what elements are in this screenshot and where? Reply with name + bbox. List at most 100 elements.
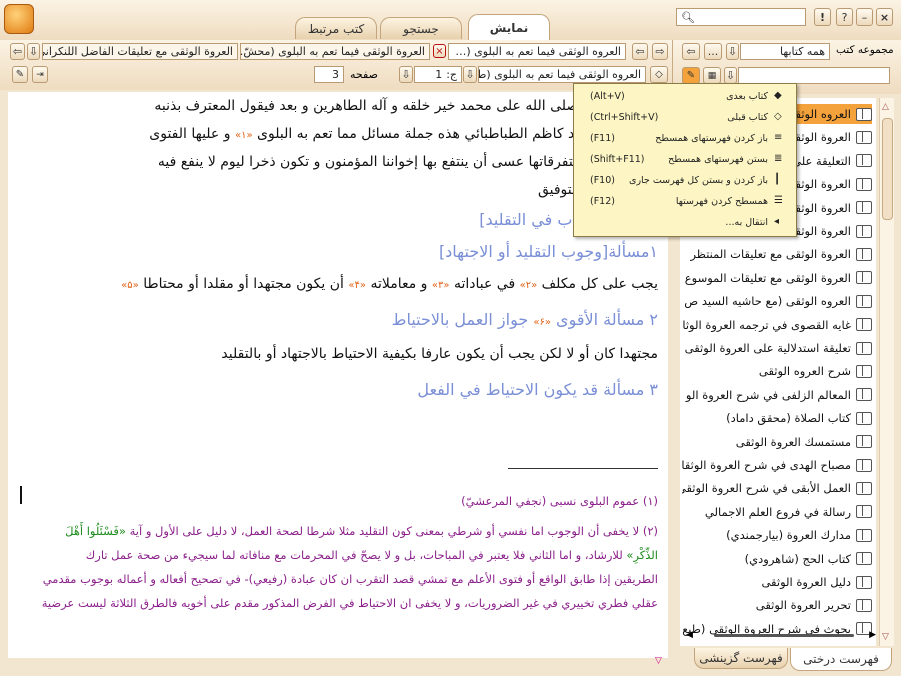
tree-item-label: مستمسك العروة الوثقی bbox=[735, 434, 851, 449]
menu-item-label: بستن فهرستهای همسطح bbox=[668, 154, 768, 165]
menu-item[interactable]: ◂ انتقال به... bbox=[578, 213, 792, 233]
tree-item[interactable]: كتاب الحج (شاهرودي) bbox=[682, 549, 872, 569]
footnote-marker-2[interactable]: «۲» bbox=[520, 280, 538, 291]
tree-item-label: تعلیقة استدلالیة علی العروة الوثقی bbox=[684, 341, 851, 355]
book-icon bbox=[856, 458, 872, 472]
main-scroll-down[interactable]: ▽ bbox=[655, 656, 667, 666]
close-button[interactable]: × bbox=[876, 8, 893, 26]
tree-item[interactable]: شرح العروه الوثقی bbox=[682, 361, 872, 381]
doc-tab-3[interactable]: العروة الوثقی مع تعلیقات الفاضل اللنکران… bbox=[42, 43, 238, 60]
tree-item-label: العروة الوثقی مع تعلیقات الموسوع bbox=[684, 270, 851, 285]
tree-search-button[interactable]: ✎ bbox=[682, 67, 700, 84]
tree-item[interactable]: غایه القصوی في ترجمه العروة الوثا bbox=[682, 315, 872, 335]
minimize-button[interactable]: – bbox=[856, 8, 873, 26]
menu-item[interactable]: ◇ كتاب قبلی (Ctrl+Shift+V) bbox=[578, 108, 792, 128]
footnote-2-text: (۲) لا یخفی أن الوجوب اما نفسي أو شرطي ب… bbox=[129, 524, 658, 538]
tab-search[interactable]: جستجو bbox=[380, 17, 462, 39]
tab-display[interactable]: نمایش bbox=[468, 14, 550, 40]
footnote-marker-5[interactable]: «۵» bbox=[121, 280, 139, 291]
footnote-marker-3[interactable]: «۳» bbox=[432, 280, 450, 291]
menu-item[interactable]: ≡ باز كردن فهرستهای همسطح (F11) bbox=[578, 129, 792, 149]
menu-item[interactable]: ┃ باز كردن و بستن كل فهرست جاری (F10) bbox=[578, 171, 792, 191]
tree-back-button[interactable]: ⇦ bbox=[682, 43, 700, 60]
volume-field[interactable]: ج: 1 bbox=[414, 66, 462, 83]
doc-tab-1[interactable]: العروه الوثقی فیما تعم به البلوی (… bbox=[448, 43, 626, 60]
book-icon bbox=[856, 481, 872, 495]
issue-2-a: ۲ مسألة الأقوی bbox=[556, 310, 658, 329]
tree-hscroll[interactable]: ◀ ▶ bbox=[686, 630, 876, 642]
tree-filter-dropdown[interactable]: ⇩ bbox=[724, 67, 737, 84]
wrench-icon: ✎ bbox=[686, 70, 696, 81]
tab-scroll-left[interactable]: ⇦ bbox=[10, 43, 25, 60]
tree-item[interactable]: العمل الأبقی في شرح العروة الوثقی bbox=[682, 478, 872, 498]
doc-tab-2[interactable]: العروة الوثقی فیما تعم به البلوی (محشّ… bbox=[240, 43, 430, 60]
book-icon bbox=[856, 341, 872, 355]
book-icon bbox=[856, 224, 872, 238]
menu-item[interactable]: ☰ همسطح كردن فهرستها (F12) bbox=[578, 192, 792, 212]
volume-dropdown[interactable]: ⇩ bbox=[399, 66, 413, 83]
book-icon bbox=[856, 575, 872, 589]
book-icon bbox=[856, 177, 872, 191]
tree-item[interactable]: كتاب الصلاة (محقق داماد) bbox=[682, 408, 872, 428]
nav-back-button[interactable]: ⇦ bbox=[632, 43, 648, 60]
tab-scroll-down[interactable]: ⇩ bbox=[27, 43, 40, 60]
next-book-icon: ◆ bbox=[774, 90, 782, 101]
arrow-right-icon: ⇨ bbox=[655, 45, 665, 58]
arrow-down-icon: ⇩ bbox=[727, 45, 738, 58]
tree-item-label: دلیل العروة الوثقی bbox=[761, 575, 851, 589]
footnote-marker-1[interactable]: «۱» bbox=[235, 130, 253, 141]
tree-item[interactable]: تحریر العروة الوثقی bbox=[682, 595, 872, 615]
tree-item[interactable]: العروه الوثقی (مع حاشیه السید ص bbox=[682, 291, 872, 311]
tab-related-books[interactable]: کتب مرتبط bbox=[295, 17, 377, 39]
tree-item[interactable]: مستمسك العروة الوثقی bbox=[682, 432, 872, 452]
page-number-input[interactable]: 3 bbox=[314, 66, 344, 83]
arrow-left-icon: ⇦ bbox=[686, 45, 696, 58]
volume-value: 1 bbox=[435, 68, 443, 81]
tree-item[interactable]: دلیل العروة الوثقی bbox=[682, 572, 872, 592]
hscroll-left-icon: ◀ bbox=[686, 630, 693, 640]
footnote-marker-4[interactable]: «۴» bbox=[348, 280, 366, 291]
tab-select-list[interactable]: فهرست گزینشی bbox=[694, 648, 788, 669]
tree-item[interactable]: مدارك العروة (بیارجمندي) bbox=[682, 525, 872, 545]
collection-more-button[interactable]: ... bbox=[704, 43, 722, 60]
collection-select[interactable]: همه کتابها bbox=[740, 43, 830, 60]
menu-item-shortcut: (F11) bbox=[590, 133, 615, 144]
tree-item[interactable]: العروة الوثقی مع تعلیقات المنتظر bbox=[682, 244, 872, 264]
search-icon: 🔍︎ bbox=[681, 10, 695, 24]
settings-button[interactable]: ✎ bbox=[12, 66, 28, 83]
book-select-dropdown[interactable]: ⇩ bbox=[463, 66, 477, 83]
tree-item[interactable]: تعلیقة استدلالیة علی العروة الوثقی bbox=[682, 338, 872, 358]
tree-item[interactable]: رسالة في فروع العلم الاجمالي bbox=[682, 502, 872, 522]
book-icon bbox=[856, 435, 872, 449]
footnote-2-line-3: الطریقین إذا طابق الواقع أو فتوی الأعلم … bbox=[42, 572, 658, 586]
scroll-thumb[interactable] bbox=[882, 118, 893, 220]
menu-item[interactable]: ≣ بستن فهرستهای همسطح (Shift+F11) bbox=[578, 150, 792, 170]
global-search-input[interactable]: 🔍︎ bbox=[676, 8, 806, 26]
tree-scrollbar[interactable]: △ ▽ bbox=[879, 98, 894, 646]
nav-forward-button[interactable]: ⇨ bbox=[652, 43, 668, 60]
export-button[interactable]: ⇥ bbox=[32, 66, 48, 83]
tree-filter-input[interactable] bbox=[738, 67, 890, 84]
close-doc-tab-1[interactable]: × bbox=[433, 44, 446, 58]
book-icon bbox=[856, 318, 872, 332]
menu-item-label: كتاب قبلی bbox=[727, 112, 768, 123]
tab-search-label: جستجو bbox=[403, 21, 439, 36]
collection-dropdown[interactable]: ⇩ bbox=[726, 43, 739, 60]
hscroll-thumb[interactable] bbox=[714, 634, 854, 637]
tree-item-label: العمل الأبقی في شرح العروة الوثقی bbox=[682, 481, 851, 496]
menu-item[interactable]: ◆ كتاب بعدی (Alt+V) bbox=[578, 87, 792, 107]
alert-button[interactable]: ! bbox=[814, 8, 831, 26]
footnote-marker-6[interactable]: «۶» bbox=[533, 317, 551, 328]
tree-item-label: غایه القصوی في ترجمه العروة الوثا bbox=[682, 317, 851, 332]
tree-item[interactable]: المعالم الزلفی في شرح العروة الو bbox=[682, 385, 872, 405]
book-text-view[interactable]: ب العالمین و صلی الله علی محمد خیر خلقه … bbox=[8, 92, 668, 658]
tree-item[interactable]: العروة الوثقی مع تعلیقات الموسوع bbox=[682, 268, 872, 288]
tab-display-label: نمایش bbox=[489, 20, 529, 35]
tag-button[interactable]: ◇ bbox=[650, 66, 668, 83]
help-button[interactable]: ? bbox=[836, 8, 853, 26]
keyboard-button[interactable]: ▦ bbox=[703, 67, 721, 84]
book-select-value: العروه الوثقی فیما تعم به البلوی (طه… bbox=[478, 68, 641, 81]
tab-tree-list[interactable]: فهرست درختی bbox=[790, 648, 892, 671]
tree-item[interactable]: مصباح الهدی في شرح العروة الوثقا bbox=[682, 455, 872, 475]
book-select[interactable]: العروه الوثقی فیما تعم به البلوی (طه… bbox=[478, 66, 646, 83]
